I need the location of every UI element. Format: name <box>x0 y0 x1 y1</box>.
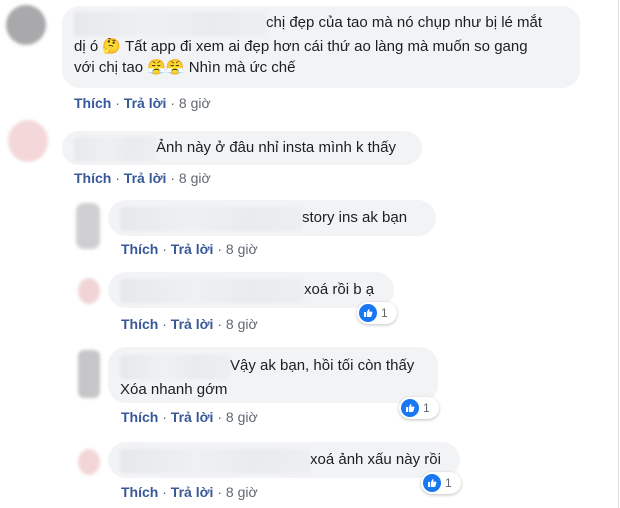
like-reaction-icon <box>423 474 441 492</box>
reply-link[interactable]: Trả lời <box>171 409 214 425</box>
comment-text-line: Nhìn mà ức chế <box>184 59 296 76</box>
comment-timestamp[interactable]: 8 giờ <box>179 170 211 186</box>
comment-text-line: Vậy ak bạn, hồi tối còn thấy <box>230 357 415 374</box>
comment-text-line: với chị tao <box>74 59 144 76</box>
comment-bubble: Vậy ak bạn, hồi tối còn thấy Xóa nhanh g… <box>108 347 438 403</box>
comment-text: xoá rồi b ạ <box>304 281 375 298</box>
comment-bubble: chị đẹp của tao mà nó chụp như bị lé mắt… <box>62 6 580 88</box>
comment-text-line: dị ó <box>74 38 99 55</box>
separator: · <box>217 484 222 500</box>
commenter-name-blurred[interactable] <box>120 449 310 473</box>
like-reaction-icon <box>359 304 377 322</box>
separator: · <box>162 409 167 425</box>
comment-text: xoá ảnh xấu này rồi <box>310 451 441 468</box>
commenter-name-blurred[interactable] <box>120 207 302 231</box>
reaction-count[interactable]: 1 <box>421 472 461 494</box>
like-link[interactable]: Thích <box>121 484 158 500</box>
comment-timestamp[interactable]: 8 giờ <box>226 241 258 257</box>
angry-emoji-icon: 😤 <box>165 58 185 76</box>
comment-timestamp[interactable]: 8 giờ <box>179 95 211 111</box>
comment-text: story ins ak bạn <box>302 209 408 226</box>
avatar[interactable] <box>8 120 48 162</box>
avatar[interactable] <box>78 350 100 398</box>
separator: · <box>170 95 175 111</box>
comment-bubble: Ảnh này ở đâu nhỉ insta mình k thấy <box>62 131 422 165</box>
separator: · <box>115 170 120 186</box>
reaction-count[interactable]: 1 <box>399 397 439 419</box>
comment-actions: Thích · Trả lời · 8 giờ <box>74 95 211 111</box>
comment-timestamp[interactable]: 8 giờ <box>226 316 258 332</box>
reply-link[interactable]: Trả lời <box>171 484 214 500</box>
reply-link[interactable]: Trả lời <box>171 316 214 332</box>
commenter-name-blurred[interactable] <box>120 355 230 379</box>
like-link[interactable]: Thích <box>74 170 111 186</box>
separator: · <box>170 170 175 186</box>
avatar[interactable] <box>76 203 100 249</box>
comment-actions: Thích · Trả lời · 8 giờ <box>121 484 258 500</box>
comment-bubble: story ins ak bạn <box>108 200 436 236</box>
page-right-border <box>618 0 619 508</box>
comment-text-line: Xóa nhanh gớm <box>120 381 228 398</box>
angry-emoji-icon: 😤 <box>147 58 166 76</box>
comment-text-line: chị đẹp của tao mà nó chụp như bị lé mắt <box>266 14 543 31</box>
thinking-emoji-icon: 🤔 <box>102 37 122 55</box>
comment-actions: Thích · Trả lời · 8 giờ <box>74 170 211 186</box>
comment-actions: Thích · Trả lời · 8 giờ <box>121 316 258 332</box>
reaction-count-number: 1 <box>381 306 388 320</box>
separator: · <box>217 316 222 332</box>
commenter-name-blurred[interactable] <box>120 279 304 303</box>
separator: · <box>217 241 222 257</box>
like-reaction-icon <box>401 399 419 417</box>
separator: · <box>115 95 120 111</box>
reply-link[interactable]: Trả lời <box>124 95 167 111</box>
like-link[interactable]: Thích <box>121 241 158 257</box>
separator: · <box>217 409 222 425</box>
like-link[interactable]: Thích <box>74 95 111 111</box>
comment-timestamp[interactable]: 8 giờ <box>226 409 258 425</box>
commenter-name-blurred[interactable] <box>74 137 156 161</box>
reaction-count-number: 1 <box>445 476 452 490</box>
reaction-count-number: 1 <box>423 401 430 415</box>
separator: · <box>162 316 167 332</box>
comment-text-line: Tất app đi xem ai đẹp hơn cái thứ ao làn… <box>121 38 528 55</box>
avatar[interactable] <box>78 278 100 304</box>
reaction-count[interactable]: 1 <box>357 302 397 324</box>
comment-text: Ảnh này ở đâu nhỉ insta mình k thấy <box>156 139 396 156</box>
like-link[interactable]: Thích <box>121 409 158 425</box>
reply-link[interactable]: Trả lời <box>124 170 167 186</box>
comment-bubble: xoá ảnh xấu này rồi <box>108 442 460 478</box>
comment-timestamp[interactable]: 8 giờ <box>226 484 258 500</box>
like-link[interactable]: Thích <box>121 316 158 332</box>
avatar[interactable] <box>78 449 100 475</box>
separator: · <box>162 241 167 257</box>
comment-actions: Thích · Trả lời · 8 giờ <box>121 241 258 257</box>
avatar[interactable] <box>6 5 46 45</box>
commenter-name-blurred[interactable] <box>74 12 266 36</box>
comment-bubble: xoá rồi b ạ <box>108 272 394 308</box>
separator: · <box>162 484 167 500</box>
comment-actions: Thích · Trả lời · 8 giờ <box>121 409 258 425</box>
reply-link[interactable]: Trả lời <box>171 241 214 257</box>
